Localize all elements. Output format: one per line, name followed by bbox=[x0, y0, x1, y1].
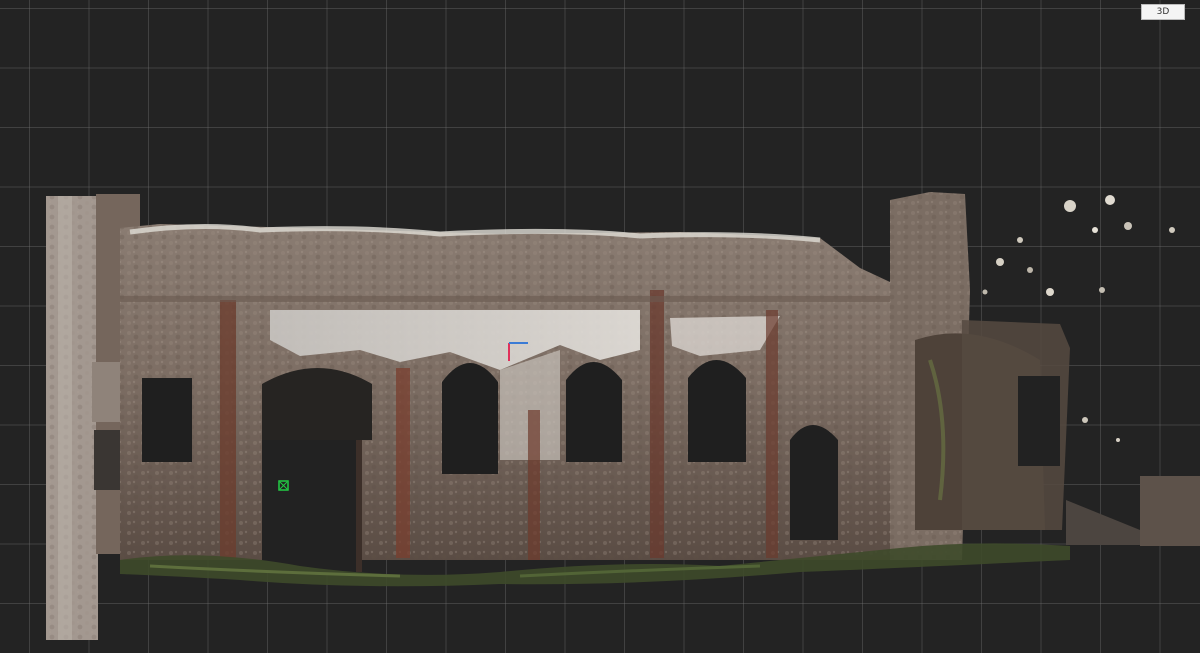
3d-viewport[interactable]: 3D bbox=[0, 0, 1200, 653]
point-cloud-model bbox=[46, 192, 1200, 640]
view-mode-button[interactable]: 3D bbox=[1141, 4, 1185, 20]
main-wall bbox=[120, 223, 890, 560]
